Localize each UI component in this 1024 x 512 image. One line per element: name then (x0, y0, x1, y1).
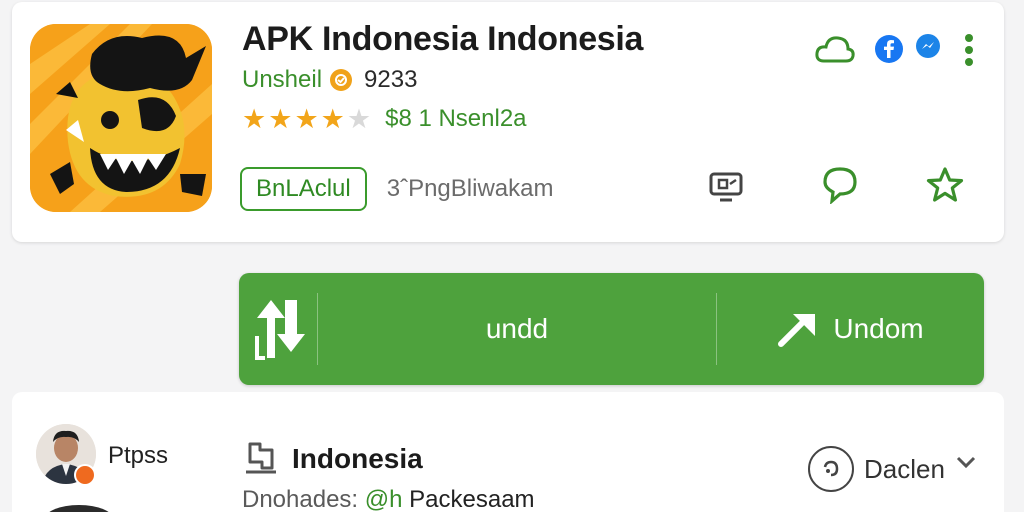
share-screen-icon[interactable] (704, 166, 748, 206)
cloud-outline-icon[interactable] (812, 30, 858, 70)
package-sub-prefix: Dnohades: (242, 486, 359, 512)
star-outline-icon[interactable] (924, 164, 966, 206)
package-title: Indonesia (292, 443, 423, 474)
package-sub-suffix: Packesaam (409, 486, 535, 512)
rating-stars: ★ ★ ★ ★ ★ (242, 103, 372, 134)
open-label: Undom (833, 313, 924, 344)
package-subtitle: Dnohades: @h Packesaam (242, 486, 535, 512)
sort-arrows-icon (255, 300, 305, 360)
open-button[interactable]: Undom (717, 273, 984, 385)
category-pill-button[interactable]: BnLAclul (240, 167, 367, 211)
install-bar: undd Undom (239, 273, 984, 385)
app-details-page: APK Indonesia Indonesia Unsheil 9233 ★ ★ ★… (0, 0, 1024, 512)
star-filled-icon: ★ (294, 103, 319, 134)
rating-count: $8 1 Nsenl2a (385, 105, 527, 132)
more-vert-icon[interactable] (958, 30, 980, 70)
user-name[interactable]: Ptpss (108, 442, 168, 470)
language-select[interactable]: Daclen (808, 444, 977, 494)
arrow-up-right-icon (778, 314, 816, 347)
meta-row: BnLAclul 3ˆPngBliwakam (240, 166, 553, 212)
install-button[interactable]: undd (318, 273, 716, 385)
meta-text: 3ˆPngBliwakam (386, 175, 554, 202)
app-title: APK Indonesia Indonesia (242, 20, 644, 58)
app-icon (30, 24, 212, 212)
developer-name[interactable]: Unsheil (242, 66, 322, 94)
chevron-down-icon (956, 456, 975, 469)
language-label: Daclen (864, 453, 945, 484)
sort-arrows-button[interactable] (239, 273, 317, 385)
developer-row: Unsheil 9233 (242, 66, 417, 94)
developer-count: 9233 (364, 66, 418, 93)
package-icon (242, 438, 280, 476)
star-filled-icon: ★ (242, 103, 267, 134)
chat-bubble-icon[interactable] (818, 162, 862, 206)
install-label: undd (485, 313, 549, 344)
verified-badge-icon (330, 69, 353, 91)
star-filled-icon: ★ (268, 103, 293, 134)
star-empty-icon: ★ (346, 103, 372, 134)
facebook-icon[interactable] (873, 33, 905, 65)
package-sub-handle[interactable]: @h (365, 486, 403, 512)
messenger-icon[interactable] (914, 32, 942, 60)
rating-row: ★ ★ ★ ★ ★ $8 1 Nsenl2a (242, 104, 527, 134)
notification-badge-icon (74, 464, 96, 486)
cartoon-creature-icon (30, 24, 212, 212)
language-icon (808, 446, 854, 492)
star-filled-icon: ★ (320, 103, 345, 134)
